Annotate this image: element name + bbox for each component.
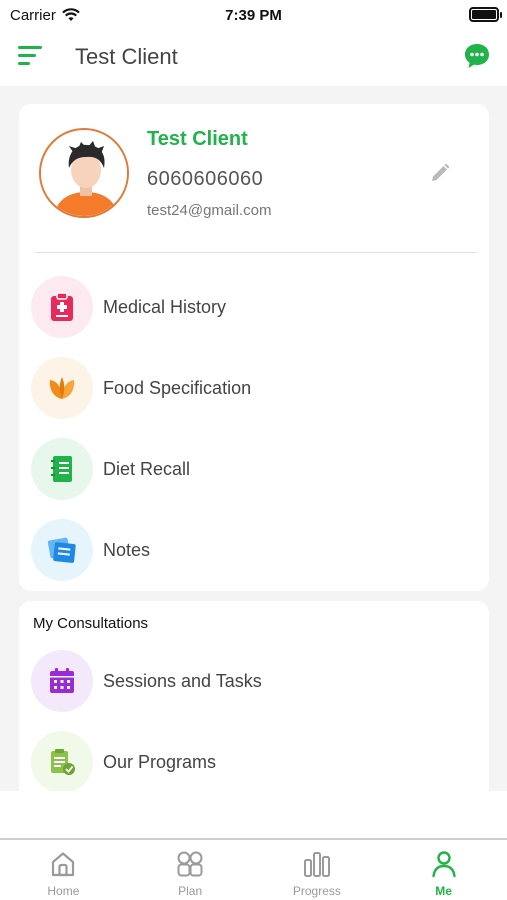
nav-progress[interactable]: Progress [254, 840, 381, 900]
menu-item-label: Sessions and Tasks [103, 670, 262, 691]
pencil-icon[interactable] [429, 162, 451, 184]
clipboard-icon [31, 276, 93, 338]
section-title: My Consultations [33, 615, 149, 632]
menu-item-label: Medical History [103, 296, 227, 317]
consultations-card: My Consultations Sessions and Tasks Our … [19, 601, 489, 791]
menu-item-notes[interactable]: Notes [31, 517, 471, 583]
menu-item-label: Notes [103, 539, 151, 560]
client-name: Test Client [147, 128, 248, 150]
nav-label: Home [47, 884, 80, 898]
app-header: Test Client [0, 30, 507, 86]
sticky-notes-icon [31, 519, 93, 581]
menu-item-label: Our Programs [103, 751, 217, 772]
menu-item-diet-recall[interactable]: Diet Recall [31, 436, 471, 502]
chat-bubble-icon[interactable] [463, 42, 491, 70]
nav-plan[interactable]: Plan [127, 840, 254, 900]
home-icon [52, 852, 75, 877]
carrier-group: Carrier [10, 7, 80, 24]
calendar-icon [31, 650, 93, 712]
bottom-nav: Home Plan Progress Me [0, 838, 507, 900]
menu-item-food-specification[interactable]: Food Specification [31, 355, 471, 421]
bar-chart-icon [303, 852, 330, 877]
wifi-icon [62, 8, 80, 21]
plan-grid-icon [177, 851, 203, 877]
menu-item-label: Food Specification [103, 377, 252, 398]
nav-label: Plan [178, 884, 203, 898]
person-icon [431, 851, 456, 878]
divider [35, 252, 477, 253]
menu-item-sessions-and-tasks[interactable]: Sessions and Tasks [31, 648, 471, 714]
menu-item-medical-history[interactable]: Medical History [31, 274, 471, 340]
hamburger-icon[interactable] [18, 46, 44, 68]
page-title: Test Client [75, 44, 178, 69]
program-icon [31, 731, 93, 791]
avatar [39, 128, 129, 218]
content-area[interactable]: Test Client 6060606060 test24@gmail.com … [0, 86, 507, 791]
battery-icon [469, 7, 502, 22]
menu-item-label: Diet Recall [103, 458, 191, 479]
notebook-icon [31, 438, 93, 500]
menu-item-our-programs[interactable]: Our Programs [31, 729, 471, 791]
status-bar: Carrier 7:39 PM [0, 0, 507, 30]
nav-label: Me [435, 884, 452, 898]
leaf-icon [31, 357, 93, 419]
client-email: test24@gmail.com [147, 202, 272, 219]
client-phone: 6060606060 [147, 168, 264, 190]
person-avatar-icon [41, 130, 127, 216]
nav-home[interactable]: Home [0, 840, 127, 900]
nav-label: Progress [292, 884, 341, 898]
profile-card: Test Client 6060606060 test24@gmail.com … [19, 104, 489, 591]
content-spacer [0, 791, 507, 838]
carrier-label: Carrier [10, 6, 56, 24]
nav-me[interactable]: Me [380, 840, 507, 900]
